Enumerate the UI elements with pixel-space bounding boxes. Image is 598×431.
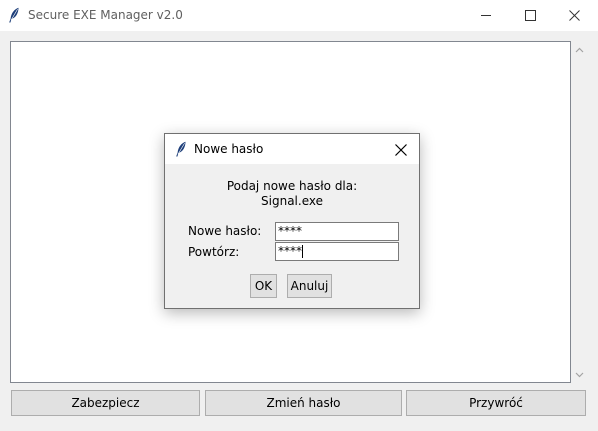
text-caret bbox=[302, 245, 303, 258]
feather-icon bbox=[8, 7, 20, 23]
change-password-button[interactable]: Zmień hasło bbox=[205, 390, 402, 416]
close-icon bbox=[395, 144, 407, 156]
new-password-value: **** bbox=[278, 224, 302, 238]
close-icon bbox=[569, 10, 580, 21]
new-password-field[interactable]: **** bbox=[275, 222, 399, 241]
repeat-password-field[interactable]: **** bbox=[275, 242, 399, 261]
cancel-button[interactable]: Anuluj bbox=[287, 274, 332, 298]
repeat-password-value: **** bbox=[278, 244, 302, 258]
close-button[interactable] bbox=[552, 0, 598, 31]
restore-button[interactable]: Przywróć bbox=[406, 390, 586, 416]
minimize-icon bbox=[481, 15, 491, 16]
maximize-icon bbox=[525, 10, 536, 21]
minimize-button[interactable] bbox=[464, 0, 510, 31]
dialog-close-button[interactable] bbox=[391, 140, 411, 160]
prompt-filename: Signal.exe bbox=[261, 194, 323, 208]
main-title-bar: Secure EXE Manager v2.0 bbox=[0, 0, 598, 31]
prompt-line-1: Podaj nowe hasło dla: bbox=[226, 179, 358, 193]
ok-button[interactable]: OK bbox=[250, 274, 277, 298]
scroll-up-arrow-icon[interactable] bbox=[575, 46, 584, 55]
scroll-down-arrow-icon[interactable] bbox=[575, 370, 584, 379]
maximize-button[interactable] bbox=[508, 0, 554, 31]
listbox-scrollbar[interactable] bbox=[571, 41, 588, 383]
repeat-password-label: Powtórz: bbox=[188, 245, 240, 259]
dialog-prompt: Podaj nowe hasło dla: Signal.exe bbox=[165, 179, 419, 209]
new-password-label: Nowe hasło: bbox=[188, 224, 262, 238]
dialog-title: Nowe hasło bbox=[194, 142, 264, 156]
secure-button[interactable]: Zabezpiecz bbox=[11, 390, 200, 416]
feather-icon bbox=[175, 141, 187, 157]
new-password-dialog: Nowe hasło Podaj nowe hasło dla: Signal.… bbox=[164, 133, 420, 309]
window-title: Secure EXE Manager v2.0 bbox=[28, 8, 183, 22]
dialog-title-bar: Nowe hasło bbox=[165, 134, 419, 164]
